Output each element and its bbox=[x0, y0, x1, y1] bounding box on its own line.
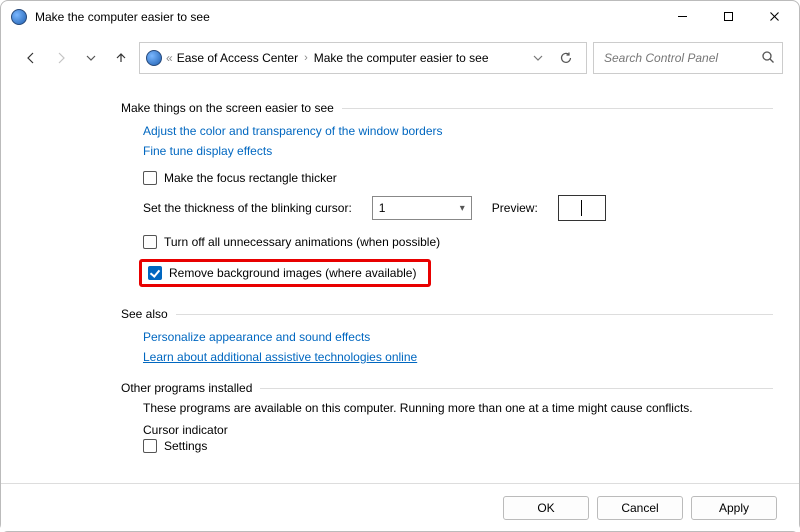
chevron-right-icon: › bbox=[298, 52, 314, 64]
close-button[interactable] bbox=[751, 2, 797, 32]
breadcrumb-dropdown[interactable] bbox=[524, 44, 552, 72]
titlebar: Make the computer easier to see bbox=[1, 1, 799, 33]
checkbox-focus-rectangle-label: Make the focus rectangle thicker bbox=[164, 171, 337, 185]
chevron-down-icon: ▾ bbox=[460, 203, 465, 214]
checkbox-cursor-indicator-settings-label: Settings bbox=[164, 439, 207, 453]
minimize-button[interactable] bbox=[659, 2, 705, 32]
maximize-button[interactable] bbox=[705, 2, 751, 32]
breadcrumb-item-1[interactable]: Ease of Access Center bbox=[177, 51, 298, 65]
other-programs-description: These programs are available on this com… bbox=[121, 401, 773, 415]
checkbox-remove-background-label: Remove background images (where availabl… bbox=[169, 266, 422, 280]
breadcrumb-icon bbox=[146, 50, 162, 66]
link-assistive-tech[interactable]: Learn about additional assistive technol… bbox=[143, 350, 417, 364]
cancel-button[interactable]: Cancel bbox=[597, 496, 683, 520]
forward-button[interactable] bbox=[49, 46, 73, 70]
checkbox-turn-off-animations-label: Turn off all unnecessary animations (whe… bbox=[164, 235, 440, 249]
content-area: Make things on the screen easier to see … bbox=[1, 83, 799, 483]
preview-label: Preview: bbox=[492, 201, 538, 215]
refresh-button[interactable] bbox=[552, 44, 580, 72]
link-adjust-borders[interactable]: Adjust the color and transparency of the… bbox=[143, 124, 443, 138]
cursor-preview-caret bbox=[581, 200, 582, 216]
checkbox-focus-rectangle[interactable] bbox=[143, 171, 157, 185]
breadcrumb-item-2[interactable]: Make the computer easier to see bbox=[314, 51, 489, 65]
cursor-indicator-label: Cursor indicator bbox=[121, 423, 773, 437]
section-seealso-title: See also bbox=[121, 307, 168, 321]
cursor-preview-box bbox=[558, 195, 606, 221]
app-icon bbox=[11, 9, 27, 25]
section-other-heading: Other programs installed bbox=[121, 381, 773, 395]
checkbox-remove-background[interactable] bbox=[148, 266, 162, 280]
window-title: Make the computer easier to see bbox=[35, 10, 659, 24]
recent-locations-button[interactable] bbox=[79, 46, 103, 70]
section-other-title: Other programs installed bbox=[121, 381, 252, 395]
search-icon[interactable] bbox=[761, 50, 775, 67]
cursor-thickness-combo[interactable]: 1 ▾ bbox=[372, 196, 472, 220]
nav-toolbar: « Ease of Access Center › Make the compu… bbox=[1, 33, 799, 83]
dialog-footer: OK Cancel Apply bbox=[1, 483, 799, 531]
up-button[interactable] bbox=[109, 46, 133, 70]
search-input[interactable] bbox=[602, 50, 761, 66]
checkbox-turn-off-animations[interactable] bbox=[143, 235, 157, 249]
ok-button[interactable]: OK bbox=[503, 496, 589, 520]
apply-button[interactable]: Apply bbox=[691, 496, 777, 520]
search-box[interactable] bbox=[593, 42, 783, 74]
window-controls bbox=[659, 2, 797, 32]
highlighted-option: Remove background images (where availabl… bbox=[139, 259, 431, 287]
section-easier-heading: Make things on the screen easier to see bbox=[121, 101, 773, 115]
cursor-thickness-value: 1 bbox=[379, 201, 386, 215]
section-seealso-heading: See also bbox=[121, 307, 773, 321]
link-personalize[interactable]: Personalize appearance and sound effects bbox=[143, 330, 370, 344]
link-fine-tune[interactable]: Fine tune display effects bbox=[143, 144, 272, 158]
section-easier-title: Make things on the screen easier to see bbox=[121, 101, 334, 115]
checkbox-cursor-indicator-settings[interactable] bbox=[143, 439, 157, 453]
back-button[interactable] bbox=[19, 46, 43, 70]
breadcrumb-root-chevron[interactable]: « bbox=[166, 51, 177, 65]
breadcrumb[interactable]: « Ease of Access Center › Make the compu… bbox=[139, 42, 587, 74]
cursor-thickness-label: Set the thickness of the blinking cursor… bbox=[143, 201, 352, 215]
